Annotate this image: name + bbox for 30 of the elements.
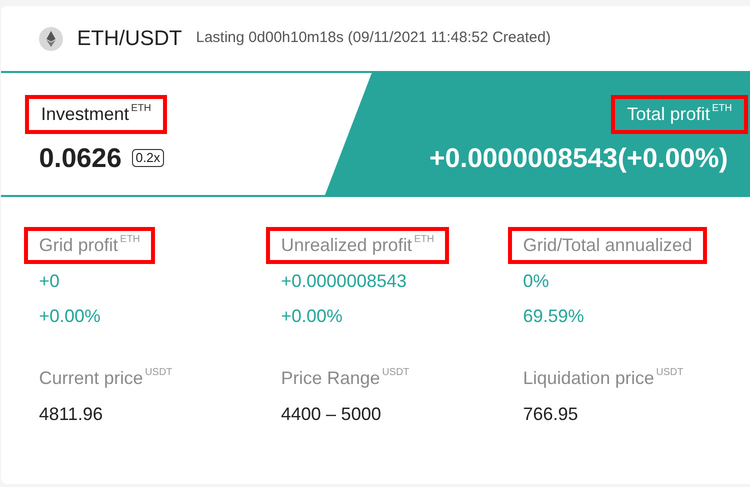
metric-label: Total profit (626, 103, 710, 126)
stat-value: 4811.96 (38, 403, 103, 426)
stat-value: +0.00% (38, 305, 101, 328)
unit-label: ETH (712, 102, 732, 116)
unit-label: USDT (382, 366, 410, 380)
stat-value: +0.0000008543 (280, 270, 407, 293)
stat-label: Unrealized profit (281, 234, 412, 257)
unit-label: ETH (131, 102, 152, 116)
unit-label: USDT (656, 366, 684, 380)
duration-text: Lasting 0d00h10m18s (09/11/2021 11:48:52 Created) (196, 28, 551, 48)
stat-value: 4400 – 5000 (280, 403, 382, 426)
unit-label: ETH (120, 233, 140, 247)
stat-value: 766.95 (522, 403, 578, 426)
stat-value: 69.59% (522, 305, 584, 328)
stat-value: +0 (38, 270, 60, 293)
unit-label: USDT (145, 366, 172, 380)
stat-label: Price Range (281, 367, 380, 390)
investment-value: 0.0626 (39, 142, 122, 175)
total-profit-value: +0.0000008543(+0.00%) (429, 142, 728, 175)
stat-value: +0.00% (280, 305, 343, 328)
leverage-tag: 0.2x (132, 149, 164, 168)
pair-title: ETH/USDT (77, 26, 182, 52)
stat-label: Liquidation price (523, 367, 654, 390)
ethereum-icon (39, 26, 63, 50)
stat-label: Grid profit (39, 234, 118, 257)
stat-label: Grid/Total annualized (523, 234, 692, 257)
metric-label: Investment (41, 103, 130, 126)
stat-label: Current price (39, 367, 144, 390)
unit-label: ETH (414, 233, 434, 247)
stat-value: 0% (522, 270, 550, 293)
